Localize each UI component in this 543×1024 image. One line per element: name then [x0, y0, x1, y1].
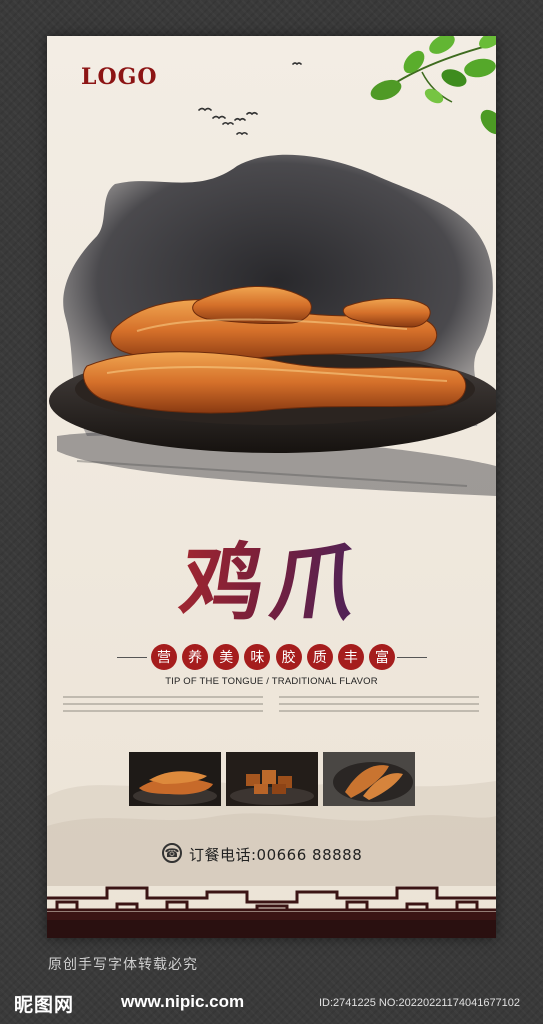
text-line — [63, 710, 263, 712]
site-url[interactable]: www.nipic.com — [121, 992, 244, 1012]
slogan-badge: 养 — [182, 644, 209, 670]
slogan-badge: 胶 — [275, 644, 302, 670]
photo-content — [226, 752, 318, 806]
slogan-badge: 丰 — [337, 644, 364, 670]
phone-number: 订餐电话:00666 88888 — [189, 846, 363, 864]
slogan-badge: 富 — [368, 644, 395, 670]
fretwork-border — [47, 886, 496, 920]
divider-left — [117, 657, 147, 658]
image-id: ID:2741225 NO:20220221174041677102 — [319, 997, 521, 1009]
slogan-badge: 味 — [244, 644, 271, 670]
divider-right — [397, 657, 427, 658]
text-line — [63, 703, 263, 705]
text-line — [279, 703, 479, 705]
site-logo: 昵图网 — [14, 994, 75, 1016]
title-calligraphy: 鸡爪 — [137, 498, 407, 643]
slogan-row: 营 养 美 味 胶 质 丰 富 — [47, 644, 496, 672]
phone-icon: ☎ — [162, 843, 182, 863]
text-line — [279, 696, 479, 698]
poster: LOGO 鸡爪 营 养 美 味 胶 质 丰 富 TIP OF THE TONGU… — [47, 36, 496, 938]
subtitle: TIP OF THE TONGUE / TRADITIONAL FLAVOR — [165, 676, 378, 687]
product-photo-3 — [323, 752, 415, 806]
text-line — [279, 710, 479, 712]
slogan-badge: 营 — [151, 644, 177, 670]
photo-content — [323, 752, 415, 806]
logo-text: LOGO — [81, 64, 158, 90]
chicken-feet-dish — [49, 285, 496, 453]
phone-row: ☎ 订餐电话:00666 88888 — [47, 842, 496, 866]
title-text: 鸡爪 — [128, 516, 415, 637]
bottom-bar — [47, 920, 496, 938]
text-line — [63, 696, 263, 698]
product-photo-2 — [226, 752, 318, 806]
copyright-note: 原创手写字体转载必究 — [48, 957, 198, 973]
leaf-branch-icon — [370, 36, 496, 135]
product-photo-1 — [129, 752, 221, 806]
bird-flock-icon — [198, 62, 302, 136]
slogan-badge: 质 — [306, 644, 333, 670]
slogan-badge: 美 — [213, 644, 240, 670]
body-text-placeholder — [47, 694, 496, 718]
photo-content — [129, 752, 221, 806]
slogan-badges: 营 养 美 味 胶 质 丰 富 — [151, 644, 395, 672]
